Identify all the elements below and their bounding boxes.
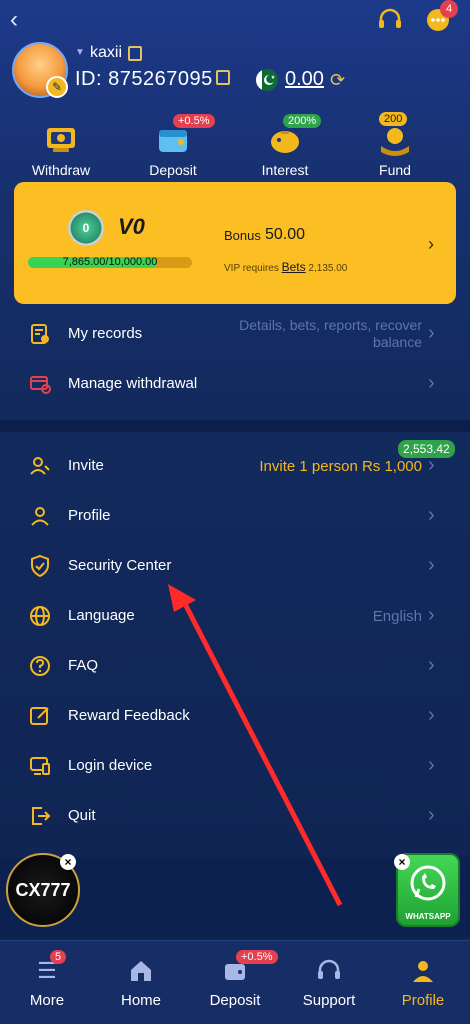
chevron-right-icon: › xyxy=(428,234,434,254)
whatsapp-icon xyxy=(410,865,446,901)
language-row[interactable]: Language English › xyxy=(0,592,470,642)
fund-icon: 200 xyxy=(375,112,415,158)
manage-withdrawal-icon xyxy=(30,376,51,394)
deposit-label: Deposit xyxy=(149,162,197,178)
shield-icon xyxy=(31,554,49,578)
nav-profile[interactable]: Profile xyxy=(376,958,470,1009)
caret-down-icon: ▼ xyxy=(75,47,85,58)
my-records-label: My records xyxy=(68,325,143,342)
deposit-icon: +0.5% xyxy=(153,114,215,158)
bets-value: 2,135.00 xyxy=(308,263,348,274)
withdraw-icon xyxy=(41,120,81,158)
home-icon xyxy=(94,958,188,986)
vip-requires-label: VIP requires xyxy=(224,263,279,274)
invite-label: Invite xyxy=(68,457,104,474)
interest-button[interactable]: 200% Interest xyxy=(240,114,330,178)
bonus-value: 50.00 xyxy=(265,226,306,243)
piggy-bank-icon: 200% xyxy=(265,114,322,158)
vip-level: V0 xyxy=(118,214,145,239)
security-center-label: Security Center xyxy=(68,557,172,574)
language-value: English xyxy=(372,608,422,625)
nav-more-label: More xyxy=(29,992,65,1009)
nav-home-label: Home xyxy=(120,992,161,1009)
whatsapp-label: WHATSAPP xyxy=(405,912,451,921)
nav-deposit-label: Deposit xyxy=(209,992,261,1009)
copy-id-icon[interactable] xyxy=(216,70,230,85)
chevron-right-icon: › xyxy=(428,554,435,576)
manage-withdrawal-row[interactable]: Manage withdrawal › xyxy=(0,360,470,410)
pakistan-flag-icon xyxy=(256,69,278,91)
my-records-desc: Details, bets, reports, recover balance xyxy=(239,317,422,350)
chevron-right-icon: › xyxy=(428,372,435,394)
chevron-right-icon: › xyxy=(428,504,435,526)
fund-button[interactable]: 200 Fund xyxy=(350,112,440,178)
nav-deposit[interactable]: Deposit xyxy=(188,958,282,1009)
fund-badge: 200 xyxy=(379,112,408,126)
withdraw-button[interactable]: Withdraw xyxy=(16,120,106,178)
withdraw-label: Withdraw xyxy=(31,162,91,178)
quit-label: Quit xyxy=(68,807,96,824)
refresh-balance-icon[interactable]: ⟳ xyxy=(330,70,345,91)
vip-medal-icon: 0 xyxy=(68,210,104,246)
profile-row[interactable]: Profile › xyxy=(0,492,470,542)
invite-icon xyxy=(30,457,50,475)
vip-progress-text: 7,865.00/10,000.00 xyxy=(62,256,158,268)
bonus-label: Bonus xyxy=(224,228,261,243)
question-icon xyxy=(30,656,50,676)
profile-label: Profile xyxy=(68,507,111,524)
chevron-right-icon: › xyxy=(428,754,435,776)
manage-withdrawal-label: Manage withdrawal xyxy=(68,375,198,392)
device-icon xyxy=(30,757,50,775)
bets-link[interactable]: Bets xyxy=(282,260,306,274)
user-id: ID: 875267095 xyxy=(75,68,213,90)
headset-icon xyxy=(282,958,376,986)
globe-icon xyxy=(30,606,50,626)
language-label: Language xyxy=(68,607,135,624)
login-device-label: Login device xyxy=(68,757,153,774)
copy-username-icon[interactable] xyxy=(128,46,142,61)
deposit-button[interactable]: +0.5% Deposit xyxy=(128,114,218,178)
back-button[interactable]: ‹ xyxy=(10,6,18,34)
chevron-right-icon: › xyxy=(428,804,435,826)
profile-nav-icon xyxy=(376,958,470,986)
deposit-nav-badge: +0.5% xyxy=(236,950,278,964)
nav-profile-label: Profile xyxy=(401,992,445,1009)
chevron-right-icon: › xyxy=(428,654,435,676)
nav-support[interactable]: Support xyxy=(282,958,376,1009)
quit-row[interactable]: Quit › xyxy=(0,792,470,842)
edit-avatar-icon[interactable]: ✎ xyxy=(46,76,68,98)
chat-badge: 4 xyxy=(440,0,458,18)
close-icon[interactable]: × xyxy=(394,854,410,870)
login-device-row[interactable]: Login device › xyxy=(0,742,470,792)
security-center-row[interactable]: Security Center › xyxy=(0,542,470,592)
profile-icon xyxy=(31,507,49,526)
chevron-right-icon: › xyxy=(428,322,435,344)
customer-service-icon[interactable] xyxy=(376,6,404,34)
interest-badge: 200% xyxy=(283,114,322,128)
faq-row[interactable]: FAQ › xyxy=(0,642,470,692)
records-icon xyxy=(31,324,49,344)
reward-feedback-row[interactable]: Reward Feedback › xyxy=(0,692,470,742)
reward-feedback-label: Reward Feedback xyxy=(68,707,190,724)
deposit-badge: +0.5% xyxy=(173,114,215,128)
section-divider xyxy=(0,420,470,432)
close-icon[interactable]: × xyxy=(60,854,76,870)
interest-label: Interest xyxy=(261,162,309,178)
nav-home[interactable]: Home xyxy=(94,958,188,1009)
more-badge: 5 xyxy=(50,950,67,964)
logout-icon xyxy=(32,807,51,825)
chevron-right-icon: › xyxy=(428,604,435,626)
edit-icon xyxy=(30,707,49,725)
username: kaxii xyxy=(90,44,123,61)
faq-label: FAQ xyxy=(68,657,99,674)
invite-reward: Invite 1 person Rs 1,000 xyxy=(259,458,422,475)
menu-icon: ☰ xyxy=(37,958,57,983)
vip-requirement: VIP requires Bets 2,135.00 xyxy=(224,260,347,274)
nav-more[interactable]: ☰ More xyxy=(0,958,94,1009)
fund-label: Fund xyxy=(379,162,411,178)
nav-support-label: Support xyxy=(302,992,356,1009)
invite-badge: 2,553.42 xyxy=(398,440,455,458)
chevron-right-icon: › xyxy=(428,704,435,726)
wallet-balance[interactable]: 0.00 xyxy=(285,68,324,91)
